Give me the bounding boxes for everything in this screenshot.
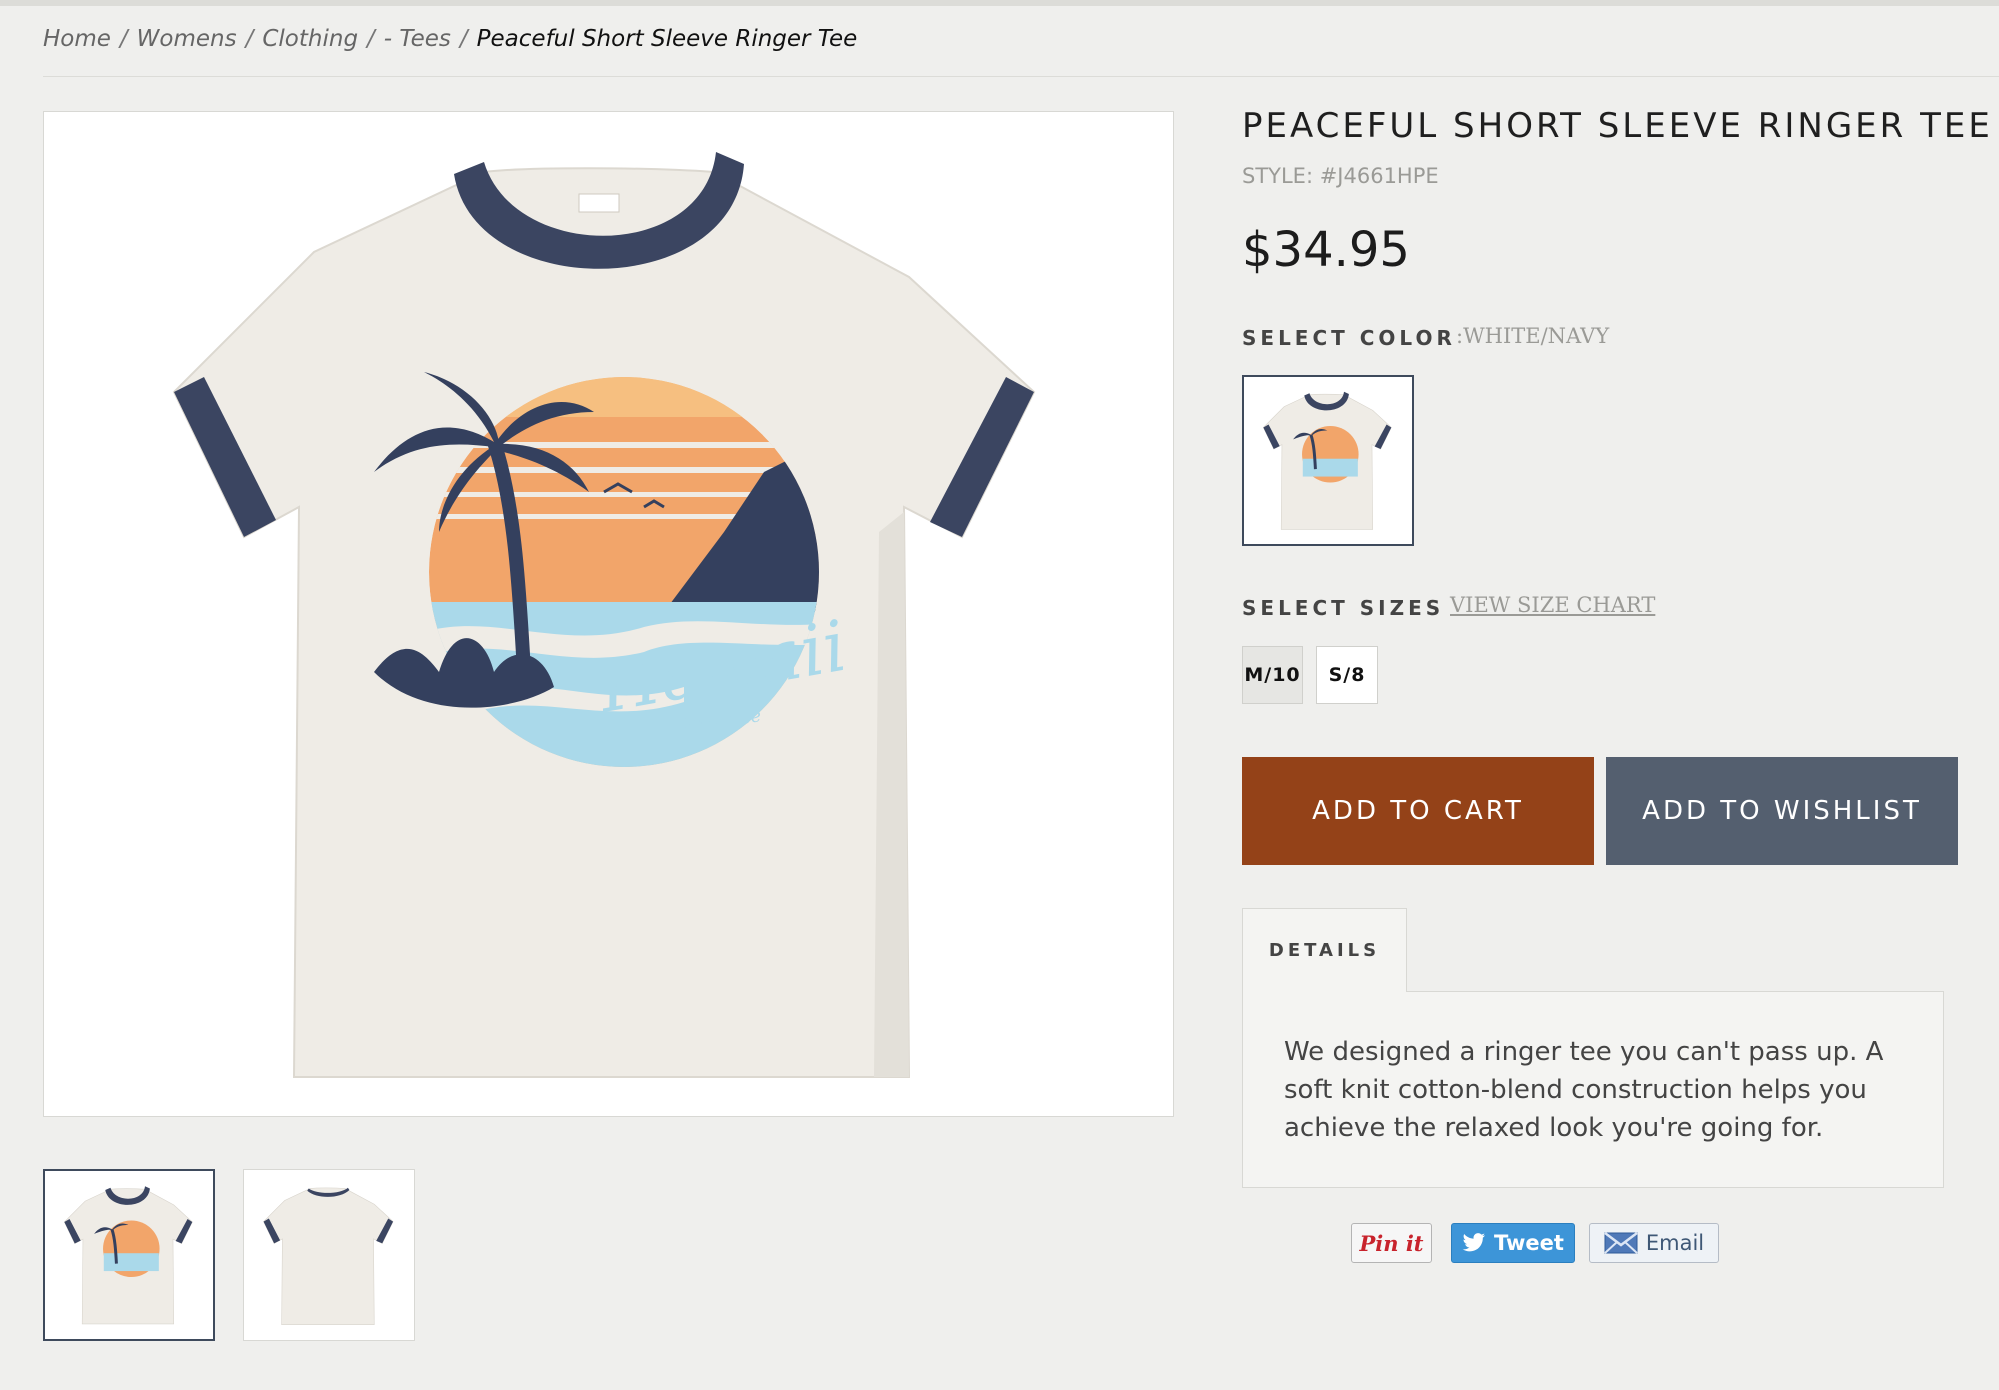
tweet-label: Tweet [1494,1231,1564,1255]
add-to-wishlist-button[interactable]: ADD TO WISHLIST [1606,757,1958,865]
color-swatch-white-navy[interactable] [1242,375,1414,546]
neck-label [578,193,620,213]
email-label: Email [1645,1231,1705,1255]
product-description: We designed a ringer tee you can't pass … [1284,1037,1884,1143]
header-divider [43,76,1999,77]
add-to-cart-button[interactable]: ADD TO CART [1242,757,1594,865]
top-rule [0,0,1999,6]
breadcrumb-separator: / [245,26,254,52]
thumbnail-front[interactable] [43,1169,215,1341]
thumbnail-back[interactable] [243,1169,415,1341]
breadcrumb-current: Peaceful Short Sleeve Ringer Tee [476,26,858,52]
swatch-image [1262,391,1392,530]
thumbnail-back-image [263,1187,394,1326]
product-price: $34.95 [1242,222,1410,278]
twitter-bird-icon [1462,1233,1486,1253]
pinterest-label: Pin it [1359,1230,1424,1256]
breadcrumb-tees[interactable]: - Tees [384,26,451,52]
size-option-s8[interactable]: S/8 [1316,646,1378,704]
breadcrumb-clothing[interactable]: Clothing [262,26,358,52]
thumbnail-front-image [63,1186,193,1325]
selected-color-value: :WHITE/NAVY [1456,324,1610,348]
product-title: PEACEFUL SHORT SLEEVE RINGER TEE [1242,106,1993,146]
details-panel: We designed a ringer tee you can't pass … [1242,991,1944,1188]
email-button[interactable]: Email [1589,1223,1719,1263]
select-sizes-label: SELECT SIZES [1242,596,1445,620]
breadcrumb-home[interactable]: Home [43,26,111,52]
breadcrumb-separator: / [459,26,468,52]
pinterest-button[interactable]: Pin it [1351,1223,1432,1263]
breadcrumb-womens[interactable]: Womens [137,26,237,52]
breadcrumb-separator: / [119,26,128,52]
tshirt-image: Hawaii Paradise [172,152,1036,1078]
breadcrumb-separator: / [367,26,375,52]
tab-details[interactable]: DETAILS [1242,908,1407,992]
shirt-shading [874,512,909,1077]
main-product-image[interactable]: Hawaii Paradise [43,111,1174,1117]
breadcrumb: Home / Womens / Clothing / - Tees / Peaceful Sho… [43,26,857,52]
envelope-icon [1604,1232,1638,1254]
style-number: STYLE: #J4661HPE [1242,164,1439,188]
view-size-chart-link[interactable]: VIEW SIZE CHART [1450,593,1655,617]
size-option-m10[interactable]: M/10 [1242,646,1303,704]
select-color-label: SELECT COLOR [1242,326,1456,350]
tweet-button[interactable]: Tweet [1451,1223,1575,1263]
